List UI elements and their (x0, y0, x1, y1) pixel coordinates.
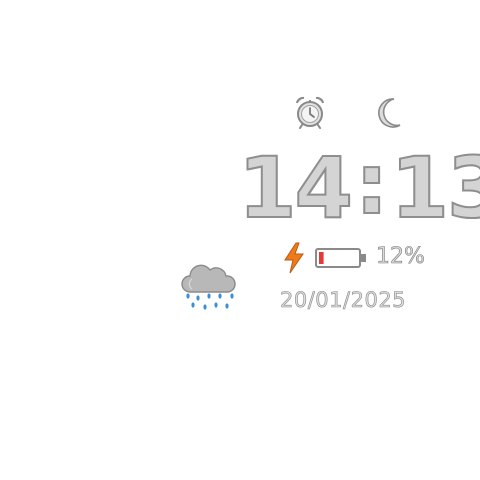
battery-percent: 12% (376, 244, 426, 270)
date-label: 20/01/2025 (280, 288, 407, 313)
clock-separator: : (354, 135, 390, 233)
rain-cloud-icon (181, 264, 236, 310)
watch-face: 14:13 12% 20/01/2025 (0, 0, 480, 480)
moon-icon[interactable] (372, 96, 404, 130)
clock-time: 14:13 (237, 135, 480, 238)
clock-minutes: 13 (390, 139, 480, 237)
clock-hours: 14 (237, 139, 354, 237)
battery-icon (315, 248, 366, 268)
battery-level-fill (319, 252, 324, 264)
lightning-bolt-icon (284, 242, 304, 274)
alarm-clock-icon[interactable] (292, 94, 328, 130)
